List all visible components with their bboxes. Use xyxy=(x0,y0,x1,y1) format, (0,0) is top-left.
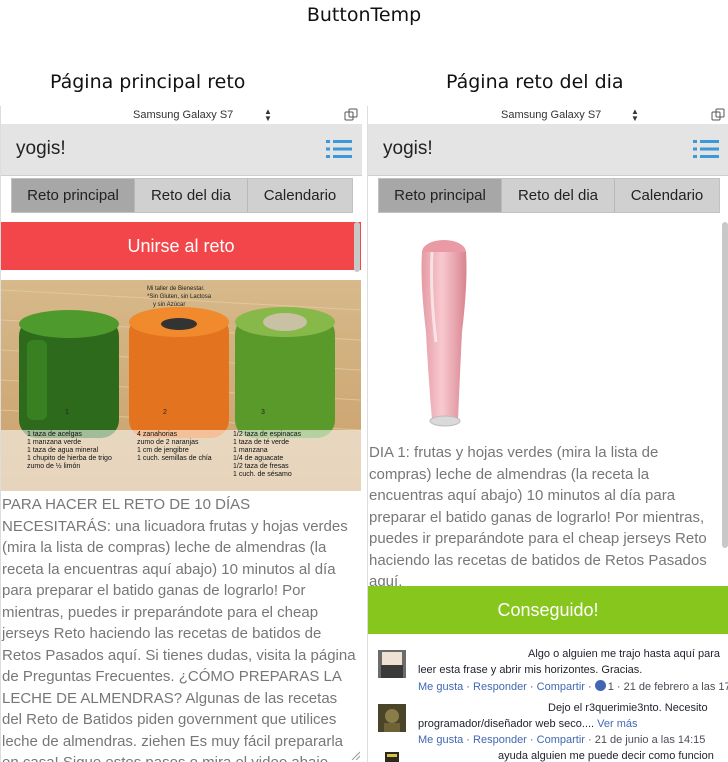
comment-date: 21 de junio a las 14:15 xyxy=(594,734,706,746)
tab-reto-del-dia[interactable]: Reto del dia xyxy=(502,179,615,212)
menu-list-icon[interactable] xyxy=(693,138,719,160)
phone-main-challenge: Samsung Galaxy S7 ▲ ▼ yogis! Reto princip… xyxy=(0,106,362,762)
device-bar: Samsung Galaxy S7 ▲ ▼ xyxy=(368,106,728,124)
tab-calendario[interactable]: Calendario xyxy=(615,179,719,212)
recipe-juices-image: Mi taller de Bienestar. *Sin Gluten, sin… xyxy=(1,280,361,491)
recipe-line: 1 taza de té verde xyxy=(233,439,289,446)
comments-section: Algo o alguien me trajo hasta aquí para … xyxy=(368,636,728,762)
right-caption: Página reto del dia xyxy=(446,71,624,93)
device-selector[interactable]: Samsung Galaxy S7 xyxy=(501,109,601,121)
comment-item: Dejo el r3querimie3nto. Necesito program… xyxy=(372,698,728,752)
reply-link[interactable]: Responder xyxy=(473,681,527,693)
scrollbar[interactable] xyxy=(354,222,360,272)
recipe-line: 1 taza de acelgas xyxy=(27,431,82,438)
tab-reto-principal[interactable]: Reto principal xyxy=(379,179,502,212)
tab-bar: Reto principal Reto del dia Calendario xyxy=(378,178,720,213)
recipe-line: zumo de 2 naranjas xyxy=(137,439,199,446)
recipe-line: 1 manzana verde xyxy=(27,439,81,446)
rotate-device-icon[interactable] xyxy=(344,108,358,121)
done-button[interactable]: Conseguido! xyxy=(368,586,728,634)
app-title: yogis! xyxy=(16,138,66,159)
recipe-line: zumo de ½ limón xyxy=(27,462,80,470)
like-icon xyxy=(594,680,606,691)
challenge-description: PARA HACER EL RETO DE 10 DÍAS NECESITARÁ… xyxy=(2,496,356,762)
comment-actions: Me gusta · Responder · Compartir · 1 · 2… xyxy=(418,680,728,693)
like-count: 1 xyxy=(607,681,614,693)
recipe-line: 1 cuch. semillas de chía xyxy=(137,455,212,462)
tab-reto-principal[interactable]: Reto principal xyxy=(12,179,135,212)
recipe-line: 1/2 taza de fresas xyxy=(233,463,289,470)
comment-item: Algo o alguien me trajo hasta aquí para … xyxy=(372,644,728,698)
app-header: yogis! xyxy=(1,124,362,176)
image-note-2: *Sin Gluten, sin Lactosa xyxy=(147,294,212,300)
device-dropdown-icon[interactable]: ▲ ▼ xyxy=(264,108,272,123)
recipe-line: 1 manzana xyxy=(233,447,268,454)
share-link[interactable]: Compartir xyxy=(537,681,585,693)
smoothie-image xyxy=(368,222,514,439)
app-header: yogis! xyxy=(368,124,728,176)
recipe-line: 1 cuch. de sésamo xyxy=(233,471,292,478)
image-num-1: 1 xyxy=(65,409,69,416)
tab-reto-del-dia[interactable]: Reto del dia xyxy=(135,179,248,212)
comment-actions: Me gusta · Responder · Compartir · 21 de… xyxy=(418,734,706,746)
avatar xyxy=(385,752,399,762)
image-note-3: y sin Azúcar xyxy=(153,302,185,308)
device-dropdown-icon[interactable]: ▲ ▼ xyxy=(631,108,639,123)
avatar xyxy=(378,704,406,732)
comment-body: Dejo el r3querimie3nto. Necesito program… xyxy=(418,702,708,730)
join-challenge-button[interactable]: Unirse al reto xyxy=(1,222,361,270)
recipe-line: 1 cm de jengibre xyxy=(137,447,189,454)
recipe-line: 4 zanahorias xyxy=(137,431,178,438)
see-more-link[interactable]: Ver más xyxy=(597,718,637,730)
recipe-line: 1/4 de aguacate xyxy=(233,455,283,462)
image-note-1: Mi taller de Bienestar. xyxy=(147,286,205,292)
like-link[interactable]: Me gusta xyxy=(418,734,463,746)
recipe-line: 1 taza de agua mineral xyxy=(27,447,99,454)
left-caption: Página principal reto xyxy=(50,71,246,93)
reply-link[interactable]: Responder xyxy=(473,734,527,746)
device-selector[interactable]: Samsung Galaxy S7 xyxy=(133,109,233,121)
daily-description: DIA 1: frutas y hojas verdes (mira la li… xyxy=(369,444,707,590)
scrollbar[interactable] xyxy=(722,222,728,548)
comment-text: Dejo el r3querimie3nto. Necesito program… xyxy=(418,700,728,732)
share-link[interactable]: Compartir xyxy=(537,734,585,746)
comment-text: ayuda alguien me puede decir como funcio… xyxy=(498,750,714,762)
tab-bar: Reto principal Reto del dia Calendario xyxy=(11,178,353,213)
rotate-device-icon[interactable] xyxy=(711,108,725,121)
menu-list-icon[interactable] xyxy=(326,138,352,160)
resize-handle-icon[interactable] xyxy=(350,750,360,760)
phone-daily-challenge: Samsung Galaxy S7 ▲ ▼ yogis! Reto princip… xyxy=(367,106,728,762)
recipe-line: 1/2 taza de espinacas xyxy=(233,431,302,438)
comment-item: ayuda alguien me puede decir como funcio… xyxy=(372,750,728,762)
like-link[interactable]: Me gusta xyxy=(418,681,463,693)
comment-text: Algo o alguien me trajo hasta aquí para … xyxy=(418,648,721,676)
recipe-line: 1 chupito de hierba de trigo xyxy=(27,455,112,462)
device-bar: Samsung Galaxy S7 ▲ ▼ xyxy=(1,106,362,124)
avatar xyxy=(378,650,406,678)
comment-date: 21 de febrero a las 17 xyxy=(623,681,728,693)
image-num-3: 3 xyxy=(261,409,265,416)
app-title: yogis! xyxy=(383,138,433,159)
page-title: ButtonTemp xyxy=(306,4,422,26)
image-num-2: 2 xyxy=(163,409,167,416)
tab-calendario[interactable]: Calendario xyxy=(248,179,352,212)
